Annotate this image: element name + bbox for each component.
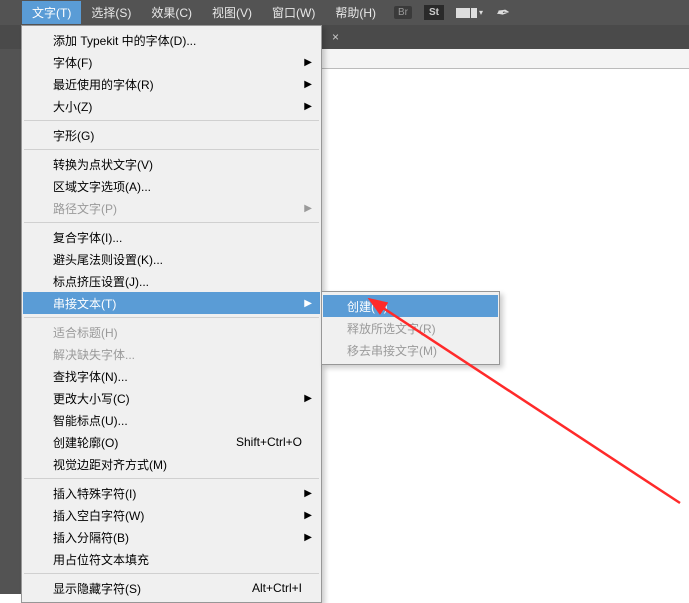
- menu-item-label: 适合标题(H): [53, 324, 118, 341]
- menu-item-label: 移去串接文字(M): [347, 342, 437, 359]
- type-menu-item[interactable]: 复合字体(I)...: [23, 226, 320, 248]
- menu-item-label: 字形(G): [53, 127, 94, 144]
- type-menu-item[interactable]: 最近使用的字体(R) ▶: [23, 73, 320, 95]
- submenu-arrow-icon: ▶: [304, 203, 312, 214]
- menu-type[interactable]: 文字(T): [22, 1, 81, 24]
- feather-icon[interactable]: ✒: [492, 3, 511, 23]
- submenu-arrow-icon: ▶: [304, 510, 312, 521]
- menu-item-label: 视觉边距对齐方式(M): [53, 456, 167, 473]
- type-menu-item[interactable]: 显示隐藏字符(S)Alt+Ctrl+I: [23, 577, 320, 599]
- thread-text-submenu: 创建(C) 释放所选文字(R) 移去串接文字(M): [321, 291, 500, 365]
- submenu-arrow-icon: ▶: [304, 101, 312, 112]
- menu-item-label: 插入特殊字符(I): [53, 485, 136, 502]
- menu-window[interactable]: 窗口(W): [262, 1, 325, 24]
- type-menu-item[interactable]: 智能标点(U)...: [23, 409, 320, 431]
- menu-item-label: 避头尾法则设置(K)...: [53, 251, 163, 268]
- type-menu-item[interactable]: 插入特殊字符(I) ▶: [23, 482, 320, 504]
- type-menu-item[interactable]: 标点挤压设置(J)...: [23, 270, 320, 292]
- type-menu-item[interactable]: 字形(G): [23, 124, 320, 146]
- menu-item-label: 路径文字(P): [53, 200, 117, 217]
- submenu-arrow-icon: ▶: [304, 393, 312, 404]
- menu-help[interactable]: 帮助(H): [325, 1, 386, 24]
- type-menu-item[interactable]: 更改大小写(C) ▶: [23, 387, 320, 409]
- menu-item-label: 创建(C): [347, 298, 388, 315]
- menu-item-label: 用占位符文本填充: [53, 551, 149, 568]
- type-menu-item[interactable]: 大小(Z) ▶: [23, 95, 320, 117]
- left-panel: [0, 49, 22, 594]
- menu-item-label: 查找字体(N)...: [53, 368, 128, 385]
- type-menu-item[interactable]: 转换为点状文字(V): [23, 153, 320, 175]
- menu-select[interactable]: 选择(S): [81, 1, 141, 24]
- menu-view[interactable]: 视图(V): [202, 1, 262, 24]
- menu-shortcut: Alt+Ctrl+I: [252, 581, 302, 595]
- type-menu-item[interactable]: 串接文本(T) ▶: [23, 292, 320, 314]
- submenu-arrow-icon: ▶: [304, 488, 312, 499]
- submenu-arrow-icon: ▶: [304, 532, 312, 543]
- thread-submenu-item: 释放所选文字(R): [323, 317, 498, 339]
- submenu-arrow-icon: ▶: [304, 57, 312, 68]
- menu-item-label: 字体(F): [53, 54, 92, 71]
- submenu-arrow-icon: ▶: [304, 79, 312, 90]
- type-menu-item[interactable]: 创建轮廓(O) Shift+Ctrl+O: [23, 431, 320, 453]
- type-menu-item[interactable]: 避头尾法则设置(K)...: [23, 248, 320, 270]
- thread-submenu-item: 移去串接文字(M): [323, 339, 498, 361]
- stock-icon[interactable]: St: [424, 5, 444, 20]
- menu-separator: [24, 478, 319, 479]
- type-menu-item[interactable]: 查找字体(N)...: [23, 365, 320, 387]
- bridge-icon[interactable]: Br: [394, 6, 412, 19]
- type-menu-item[interactable]: 用占位符文本填充: [23, 548, 320, 570]
- menu-item-label: 串接文本(T): [53, 295, 116, 312]
- menu-item-label: 复合字体(I)...: [53, 229, 122, 246]
- menubar-tools: Br St ▾ ✒: [394, 3, 508, 23]
- menubar: 文字(T) 选择(S) 效果(C) 视图(V) 窗口(W) 帮助(H) Br S…: [0, 0, 689, 25]
- type-menu-item[interactable]: 视觉边距对齐方式(M): [23, 453, 320, 475]
- menu-item-label: 更改大小写(C): [53, 390, 130, 407]
- menu-item-label: 添加 Typekit 中的字体(D)...: [53, 32, 196, 49]
- type-menu-item: 解决缺失字体...: [23, 343, 320, 365]
- menu-item-label: 智能标点(U)...: [53, 412, 128, 429]
- submenu-arrow-icon: ▶: [304, 298, 312, 309]
- type-menu-item[interactable]: 添加 Typekit 中的字体(D)...: [23, 29, 320, 51]
- menu-item-label: 标点挤压设置(J)...: [53, 273, 149, 290]
- type-menu-dropdown: 添加 Typekit 中的字体(D)...字体(F)▶最近使用的字体(R)▶大小…: [21, 25, 322, 603]
- menu-item-label: 区域文字选项(A)...: [53, 178, 151, 195]
- menu-separator: [24, 222, 319, 223]
- menu-shortcut: Shift+Ctrl+O: [236, 435, 302, 449]
- menu-separator: [24, 573, 319, 574]
- menu-item-label: 释放所选文字(R): [347, 320, 436, 337]
- menu-item-label: 插入空白字符(W): [53, 507, 144, 524]
- arrange-documents-icon[interactable]: ▾: [456, 8, 483, 18]
- close-icon[interactable]: ×: [324, 30, 347, 44]
- type-menu-item[interactable]: 插入分隔符(B) ▶: [23, 526, 320, 548]
- menu-separator: [24, 149, 319, 150]
- menu-item-label: 解决缺失字体...: [53, 346, 135, 363]
- type-menu-item: 适合标题(H): [23, 321, 320, 343]
- type-menu-item: 路径文字(P) ▶: [23, 197, 320, 219]
- menu-item-label: 大小(Z): [53, 98, 92, 115]
- menu-item-label: 插入分隔符(B): [53, 529, 129, 546]
- menu-item-label: 最近使用的字体(R): [53, 76, 154, 93]
- type-menu-item[interactable]: 插入空白字符(W) ▶: [23, 504, 320, 526]
- menu-separator: [24, 317, 319, 318]
- thread-submenu-item[interactable]: 创建(C): [323, 295, 498, 317]
- type-menu-item[interactable]: 字体(F) ▶: [23, 51, 320, 73]
- menu-item-label: 转换为点状文字(V): [53, 156, 153, 173]
- type-menu-item[interactable]: 区域文字选项(A)...: [23, 175, 320, 197]
- menu-effect[interactable]: 效果(C): [141, 1, 202, 24]
- menu-separator: [24, 120, 319, 121]
- menu-item-label: 创建轮廓(O): [53, 434, 118, 451]
